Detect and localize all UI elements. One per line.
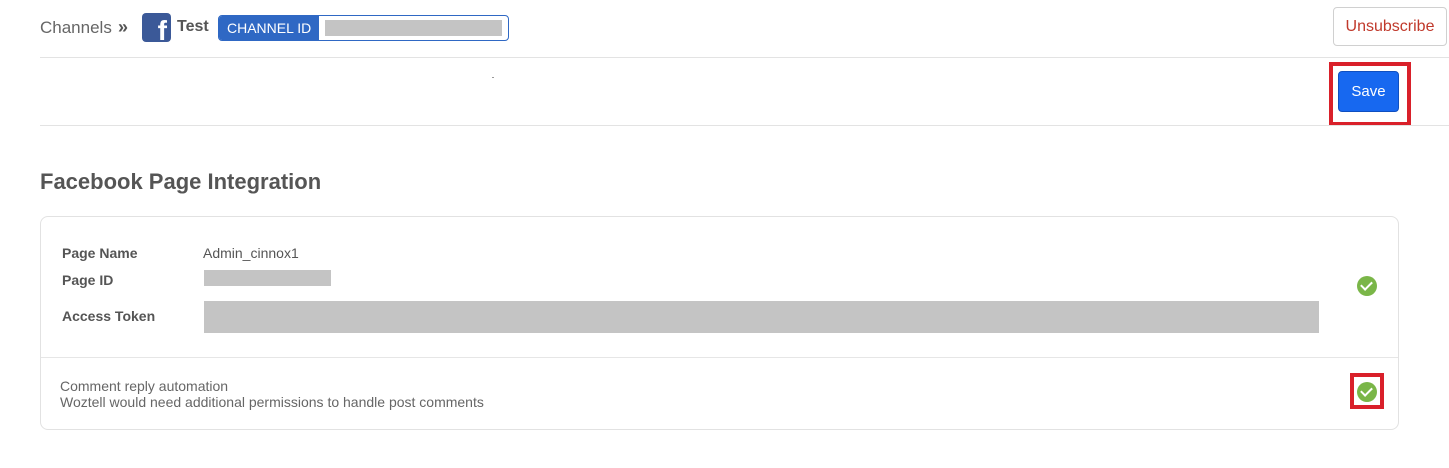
save-button[interactable]: Save xyxy=(1338,71,1399,112)
access-token-label: Access Token xyxy=(62,308,156,324)
breadcrumb-channels-link[interactable]: Channels xyxy=(40,18,112,38)
page-id-label: Page ID xyxy=(62,272,114,288)
stray-dot xyxy=(492,77,494,78)
page-name-label: Page Name xyxy=(62,245,138,261)
channel-id-redacted-value xyxy=(325,20,502,36)
comment-automation-title: Comment reply automation xyxy=(60,378,229,394)
page-name-value: Admin_cinnox1 xyxy=(203,245,299,261)
breadcrumb-separator-icon: » xyxy=(118,17,128,37)
top-bar: Channels » f Test CHANNEL ID Unsubscribe xyxy=(0,0,1449,58)
toolbar-divider xyxy=(40,125,1449,126)
channel-id-label: CHANNEL ID xyxy=(219,16,320,40)
check-circle-icon xyxy=(1357,276,1377,296)
card-divider xyxy=(41,357,1398,358)
comment-automation-description: Woztell would need additional permission… xyxy=(60,394,484,410)
facebook-logo-icon: f xyxy=(142,13,171,42)
breadcrumb-channel-name: Test xyxy=(177,18,209,35)
unsubscribe-button[interactable]: Unsubscribe xyxy=(1333,7,1447,46)
header-divider xyxy=(40,57,1449,58)
section-title: Facebook Page Integration xyxy=(40,169,322,194)
channel-id-badge: CHANNEL ID xyxy=(218,15,509,41)
access-token-redacted-value xyxy=(204,301,1319,333)
page-id-redacted-value xyxy=(204,270,331,286)
check-circle-icon[interactable] xyxy=(1357,382,1377,402)
